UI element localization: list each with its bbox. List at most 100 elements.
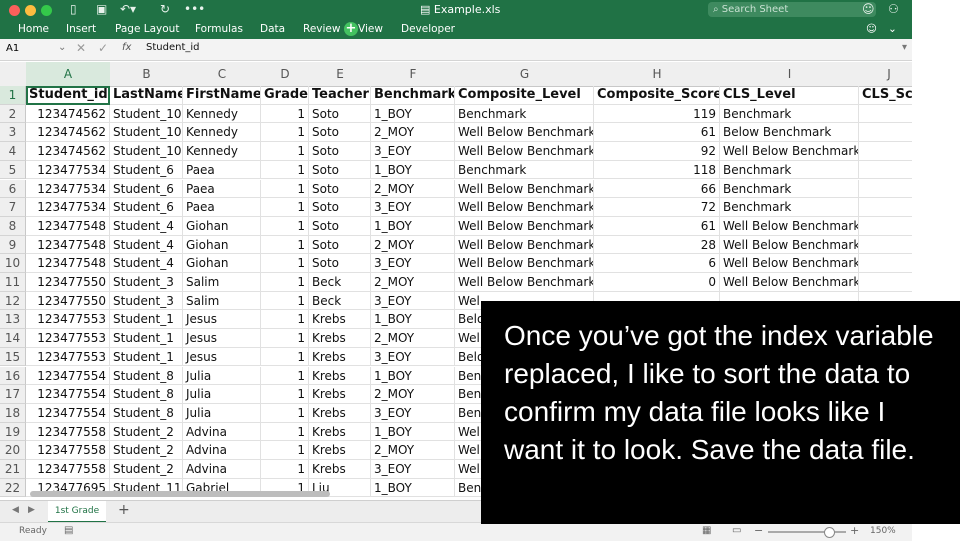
table-cell[interactable]: 1_BOY: [371, 366, 455, 386]
table-cell[interactable]: Benchmark: [720, 198, 859, 217]
name-box[interactable]: A1: [6, 43, 19, 54]
table-cell[interactable]: Julia: [183, 385, 261, 404]
table-cell[interactable]: 123477554: [26, 403, 110, 423]
table-cell[interactable]: 123477558: [26, 422, 110, 442]
column-header-e[interactable]: E: [309, 62, 372, 87]
macro-record-icon[interactable]: ▤: [64, 525, 73, 536]
table-cell[interactable]: Salim: [183, 273, 261, 292]
table-cell[interactable]: Student_2: [110, 422, 183, 442]
table-cell[interactable]: Well Below Benchmark: [455, 216, 594, 236]
table-cell[interactable]: 2_MOY: [371, 123, 455, 143]
table-cell[interactable]: [859, 123, 912, 143]
table-cell[interactable]: 0: [594, 273, 720, 292]
table-cell[interactable]: Advina: [183, 422, 261, 442]
table-cell[interactable]: 123477534: [26, 160, 110, 180]
table-cell[interactable]: Krebs: [309, 385, 371, 404]
table-cell[interactable]: Julia: [183, 366, 261, 386]
enter-icon[interactable]: ✓: [98, 41, 108, 55]
undo-icon[interactable]: ↶▾: [120, 2, 136, 16]
table-cell[interactable]: Soto: [309, 254, 371, 273]
table-cell[interactable]: Benchmark: [455, 104, 594, 124]
zoom-in-icon[interactable]: +: [850, 524, 859, 537]
table-cell[interactable]: Well Below Benchmark: [455, 179, 594, 199]
table-cell[interactable]: 123474562: [26, 123, 110, 143]
table-cell[interactable]: 3_EOY: [371, 460, 455, 479]
table-cell[interactable]: Well Below Benchmark: [455, 198, 594, 217]
smiley-feedback-icon[interactable]: ☺: [862, 2, 875, 16]
table-cell[interactable]: Kennedy: [183, 123, 261, 143]
row-header[interactable]: 16: [0, 366, 26, 386]
table-cell[interactable]: 118: [594, 160, 720, 180]
table-cell[interactable]: 1: [261, 460, 309, 479]
table-cell[interactable]: Benchmark: [455, 160, 594, 180]
header-cell[interactable]: LastName: [110, 86, 183, 105]
table-cell[interactable]: 1: [261, 347, 309, 367]
row-header[interactable]: 9: [0, 235, 26, 255]
table-cell[interactable]: 123477553: [26, 329, 110, 348]
table-cell[interactable]: 123477550: [26, 273, 110, 292]
table-cell[interactable]: Well Below Benchmark: [455, 142, 594, 161]
table-cell[interactable]: Kennedy: [183, 142, 261, 161]
table-cell[interactable]: 61: [594, 216, 720, 236]
table-cell[interactable]: Paea: [183, 160, 261, 180]
table-cell[interactable]: Student_2: [110, 460, 183, 479]
tab-insert[interactable]: Insert: [66, 23, 96, 35]
row-header[interactable]: 5: [0, 160, 26, 180]
table-cell[interactable]: 2_MOY: [371, 441, 455, 460]
table-cell[interactable]: Well Below Benchmark: [455, 235, 594, 255]
table-cell[interactable]: Student_4: [110, 235, 183, 255]
table-cell[interactable]: Student_8: [110, 366, 183, 386]
table-cell[interactable]: Student_8: [110, 403, 183, 423]
table-cell[interactable]: Beck: [309, 291, 371, 311]
row-header[interactable]: 18: [0, 403, 26, 423]
row-header[interactable]: 3: [0, 123, 26, 143]
table-cell[interactable]: 123477534: [26, 179, 110, 199]
table-cell[interactable]: Well Below Benchmark: [720, 254, 859, 273]
table-cell[interactable]: [859, 198, 912, 217]
header-cell[interactable]: Grade: [261, 86, 309, 105]
table-cell[interactable]: 1_BOY: [371, 104, 455, 124]
table-cell[interactable]: Student_10: [110, 142, 183, 161]
row-header[interactable]: 11: [0, 273, 26, 292]
table-cell[interactable]: Student_10: [110, 123, 183, 143]
table-cell[interactable]: 1: [261, 254, 309, 273]
header-cell[interactable]: Student_id: [26, 86, 110, 105]
table-cell[interactable]: Paea: [183, 198, 261, 217]
table-cell[interactable]: Student_6: [110, 179, 183, 199]
table-cell[interactable]: 3_EOY: [371, 403, 455, 423]
share-icon[interactable]: ⚇: [888, 2, 899, 16]
table-cell[interactable]: Benchmark: [720, 179, 859, 199]
table-cell[interactable]: 123474562: [26, 104, 110, 124]
header-cell[interactable]: Composite_Score: [594, 86, 720, 105]
row-header[interactable]: 8: [0, 216, 26, 236]
column-header-h[interactable]: H: [594, 62, 721, 87]
table-cell[interactable]: Soto: [309, 216, 371, 236]
table-cell[interactable]: Well Below Benchmark: [720, 235, 859, 255]
table-cell[interactable]: 72: [594, 198, 720, 217]
table-cell[interactable]: Kennedy: [183, 104, 261, 124]
table-cell[interactable]: 123477553: [26, 310, 110, 330]
horizontal-scrollbar[interactable]: [30, 491, 330, 497]
table-cell[interactable]: [859, 161, 912, 180]
table-cell[interactable]: Well Below Benchmark: [720, 216, 859, 236]
table-cell[interactable]: 3_EOY: [371, 291, 455, 311]
table-cell[interactable]: Well Below Benchmark: [720, 273, 859, 292]
more-icon[interactable]: •••: [184, 2, 205, 16]
table-cell[interactable]: Krebs: [309, 347, 371, 367]
tab-data[interactable]: Data: [260, 23, 285, 35]
table-cell[interactable]: Krebs: [309, 441, 371, 460]
table-cell[interactable]: 119: [594, 104, 720, 124]
row-header[interactable]: 4: [0, 142, 26, 161]
table-cell[interactable]: Jesus: [183, 310, 261, 330]
table-cell[interactable]: Student_10: [110, 104, 183, 124]
column-header-j[interactable]: J: [859, 62, 912, 87]
table-cell[interactable]: Giohan: [183, 216, 261, 236]
table-cell[interactable]: Student_8: [110, 385, 183, 404]
header-cell[interactable]: Composite_Level: [455, 86, 594, 105]
table-cell[interactable]: 123477548: [26, 254, 110, 273]
cancel-icon[interactable]: ✕: [76, 41, 86, 55]
row-header[interactable]: 7: [0, 198, 26, 217]
table-cell[interactable]: 123477558: [26, 441, 110, 460]
sidebar-icon[interactable]: ▯: [70, 2, 77, 16]
table-cell[interactable]: Student_1: [110, 347, 183, 367]
